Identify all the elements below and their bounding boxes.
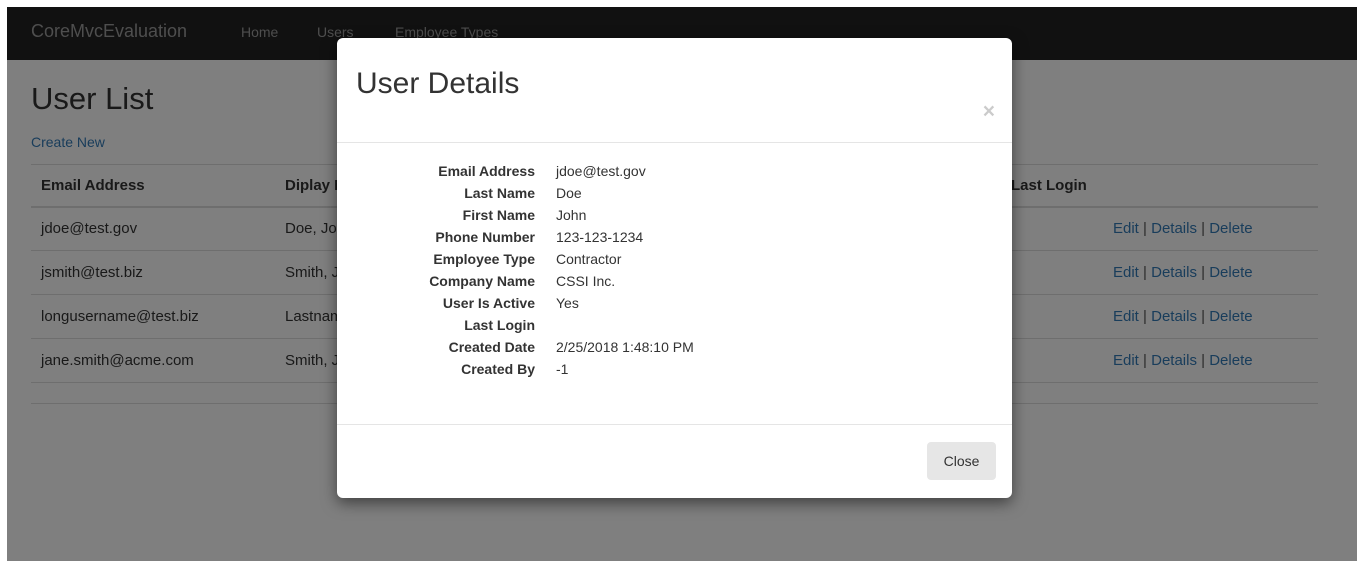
detail-row: Employee Type Contractor xyxy=(337,251,1012,273)
detail-value: John xyxy=(556,207,587,223)
detail-row: Phone Number 123-123-1234 xyxy=(337,229,1012,251)
detail-value: 123-123-1234 xyxy=(556,229,644,245)
detail-label: Employee Type xyxy=(433,251,535,267)
detail-row: Company Name CSSI Inc. xyxy=(337,273,1012,295)
detail-label: Created Date xyxy=(448,339,535,355)
detail-value: Yes xyxy=(556,295,579,311)
detail-value: CSSI Inc. xyxy=(556,273,616,289)
close-button[interactable]: Close xyxy=(927,442,996,480)
page: CoreMvcEvaluation Home Users Employee Ty… xyxy=(7,7,1357,561)
detail-label: Company Name xyxy=(429,273,535,289)
detail-row: Last Name Doe xyxy=(337,185,1012,207)
detail-row: Email Address jdoe@test.gov xyxy=(337,163,1012,185)
close-icon[interactable]: × xyxy=(983,101,995,122)
detail-row: Last Login xyxy=(337,317,1012,339)
detail-label: Phone Number xyxy=(435,229,535,245)
detail-row: Created Date 2/25/2018 1:48:10 PM xyxy=(337,339,1012,361)
detail-value: Contractor xyxy=(556,251,622,267)
detail-label: User Is Active xyxy=(442,295,535,311)
detail-value: jdoe@test.gov xyxy=(556,163,646,179)
detail-label: Created By xyxy=(461,361,535,377)
modal-header: User Details × xyxy=(337,38,1012,143)
detail-value: -1 xyxy=(556,361,569,377)
detail-value: Doe xyxy=(556,185,582,201)
detail-value: 2/25/2018 1:48:10 PM xyxy=(556,339,694,355)
detail-label: Last Login xyxy=(464,317,535,333)
detail-label: Email Address xyxy=(438,163,535,179)
modal-title: User Details xyxy=(356,67,520,100)
detail-row: First Name John xyxy=(337,207,1012,229)
detail-label: Last Name xyxy=(464,185,535,201)
detail-label: First Name xyxy=(462,207,535,223)
detail-row: Created By -1 xyxy=(337,361,1012,383)
modal-footer-divider xyxy=(337,424,1012,425)
user-details-modal: User Details × Email Address jdoe@test.g… xyxy=(337,38,1012,498)
detail-row: User Is Active Yes xyxy=(337,295,1012,317)
user-details-list: Email Address jdoe@test.gov Last Name Do… xyxy=(337,163,1012,383)
